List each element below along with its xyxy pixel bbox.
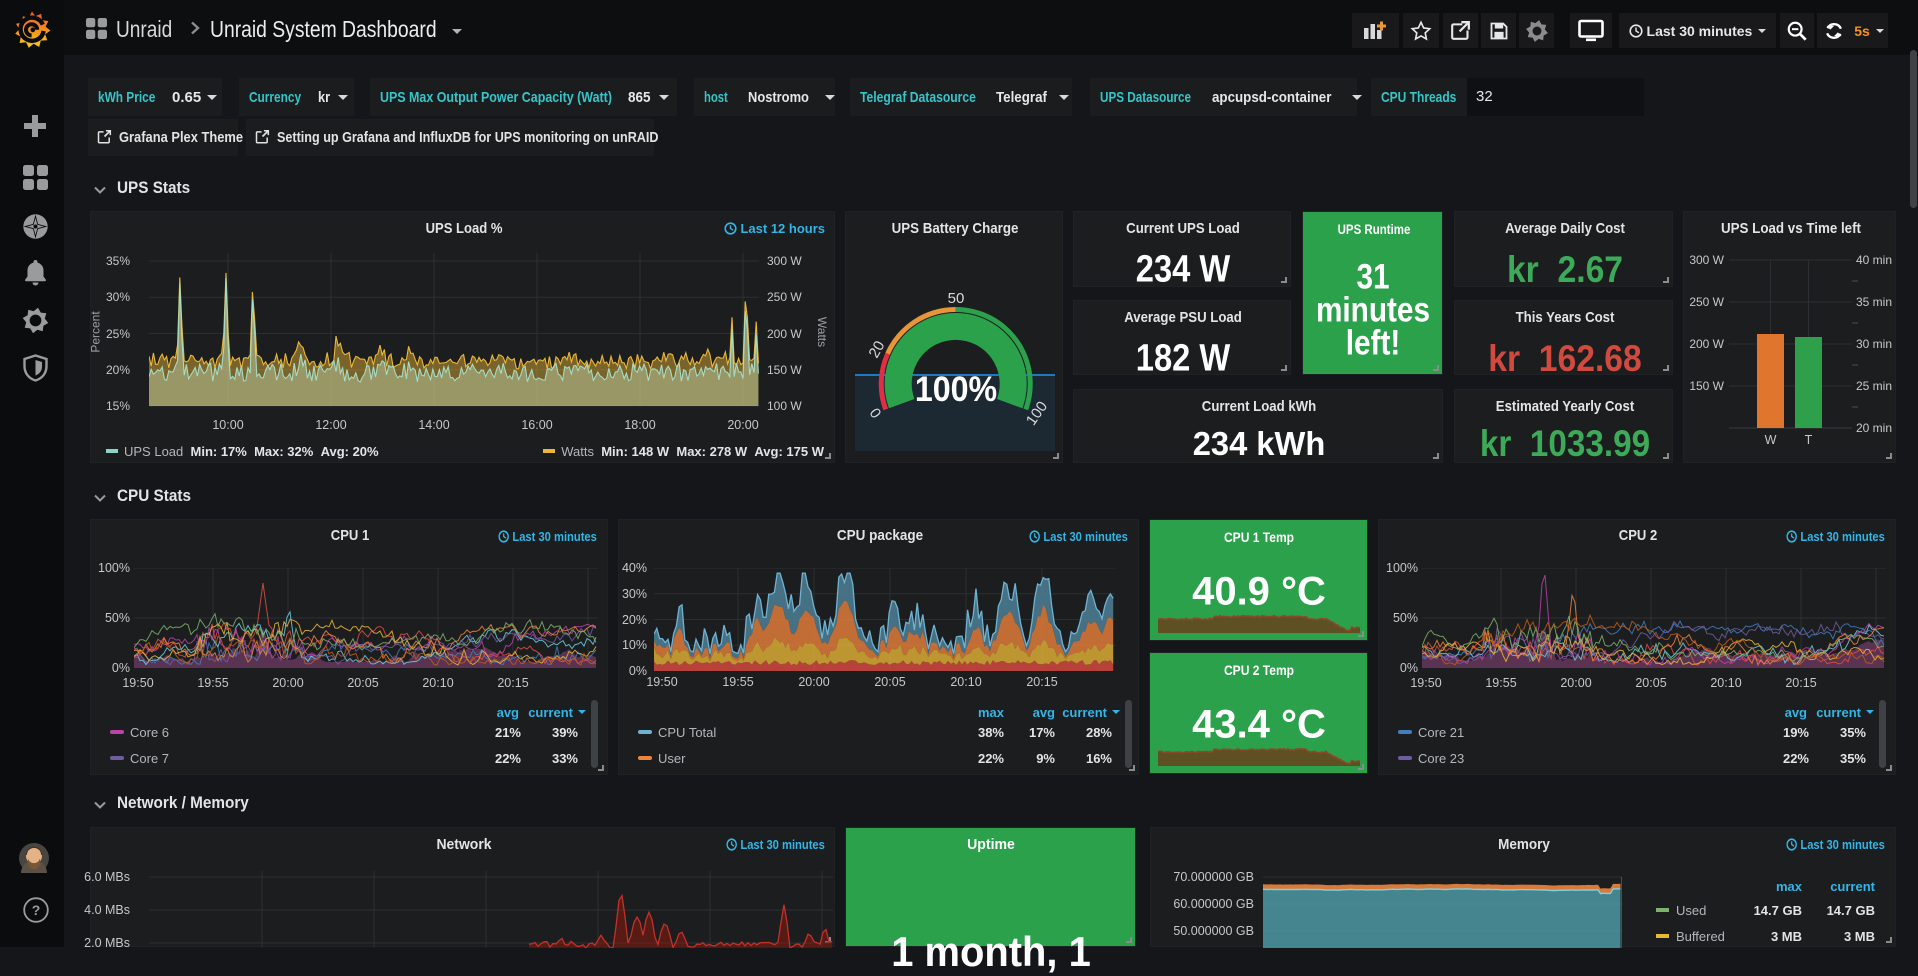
svg-text:?: ? <box>32 902 41 918</box>
